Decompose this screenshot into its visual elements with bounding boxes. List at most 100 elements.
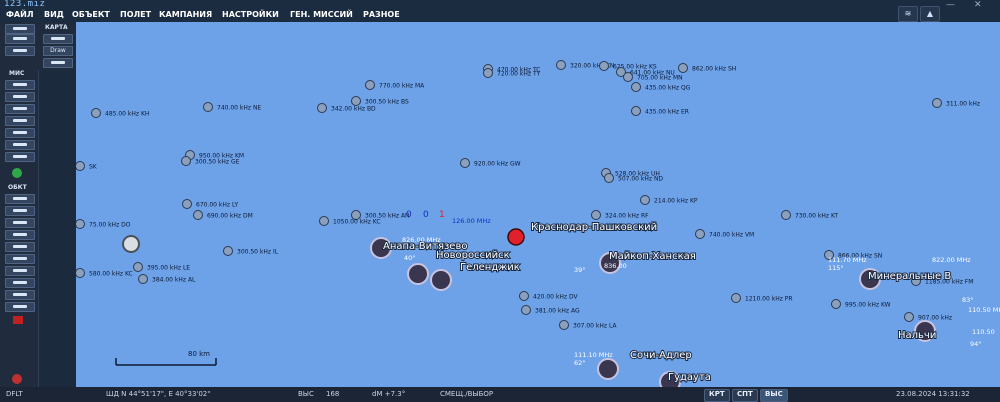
ndb-beacon-icon[interactable] [76, 219, 85, 229]
mission-tool-1[interactable] [5, 80, 35, 90]
ndb-beacon-icon[interactable] [76, 268, 85, 278]
ndb-beacon-icon[interactable] [203, 102, 213, 112]
radio-frequency-label: 126.00 MHz [452, 217, 491, 225]
radio-frequency-label: 40° [404, 254, 416, 262]
airfield-name: Минеральные В [868, 271, 951, 282]
helicopter-group-button[interactable] [5, 206, 35, 216]
unit-list-button[interactable] [5, 290, 35, 300]
coalition-count-blue: 0 [406, 210, 412, 220]
ndb-beacon-icon[interactable] [193, 210, 203, 220]
ndb-beacon-icon[interactable] [631, 82, 641, 92]
exit-icon[interactable] [12, 374, 22, 384]
menu-campaign[interactable]: КАМПАНИЯ [159, 10, 212, 22]
cursor-coords: ШД N 44°51'17", E 40°33'02" [106, 390, 211, 398]
ndb-beacon-icon[interactable] [904, 312, 914, 322]
selected-unit-marker[interactable] [507, 228, 525, 246]
satellite-mode-button[interactable]: СПТ [732, 389, 758, 402]
window-title: 123.miz [4, 0, 46, 9]
map-canvas[interactable]: 740.00 kHz NE485.00 kHz KH342.00 kHz BD3… [76, 22, 1000, 387]
beacon-label: 705.00 kHz MN [637, 75, 683, 82]
ndb-beacon-icon[interactable] [138, 274, 148, 284]
ndb-beacon-icon[interactable] [623, 72, 633, 82]
airbase-icon[interactable] [597, 358, 619, 380]
menu-file[interactable]: ФАЙЛ [6, 10, 33, 22]
map-view[interactable]: 740.00 kHz NE 485.00 kHz KH 342.00 kHz BD 3… [76, 22, 1000, 387]
measure-button[interactable] [43, 58, 73, 68]
ndb-beacon-icon[interactable] [640, 195, 650, 205]
mission-tool-7[interactable] [5, 152, 35, 162]
static-object-button[interactable] [5, 242, 35, 252]
up-arrow-icon[interactable] [12, 168, 22, 178]
mission-tool-6[interactable] [5, 140, 35, 150]
mission-tool-4[interactable] [5, 116, 35, 126]
map-section-label: КАРТА [45, 24, 68, 31]
menu-view[interactable]: ВИД [44, 10, 64, 22]
load-button[interactable] [5, 46, 35, 56]
ndb-beacon-icon[interactable] [556, 60, 566, 70]
ndb-beacon-icon[interactable] [521, 305, 531, 315]
ruler-button[interactable] [43, 34, 73, 44]
mission-tool-3[interactable] [5, 104, 35, 114]
trigger-zone-button[interactable] [5, 254, 35, 264]
ndb-beacon-icon[interactable] [591, 210, 601, 220]
menu-misc[interactable]: РАЗНОЕ [363, 10, 400, 22]
ndb-beacon-icon[interactable] [351, 96, 361, 106]
close-button[interactable]: ✕ [974, 0, 982, 10]
beacon-label: 920.00 kHz GW [474, 161, 521, 168]
ndb-beacon-icon[interactable] [731, 293, 741, 303]
ndb-beacon-icon[interactable] [182, 199, 192, 209]
layer-selector[interactable]: DFLT [6, 390, 23, 398]
menu-flight[interactable]: ПОЛЕТ [120, 10, 151, 22]
vehicle-group-button[interactable] [5, 230, 35, 240]
bullseye-icon[interactable] [122, 235, 140, 253]
ndb-beacon-icon[interactable] [678, 63, 688, 73]
ndb-beacon-icon[interactable] [319, 216, 329, 226]
ndb-beacon-icon[interactable] [631, 106, 641, 116]
beacon-label: 381.00 kHz AG [535, 308, 580, 315]
ndb-beacon-icon[interactable] [365, 80, 375, 90]
shapes-button[interactable] [5, 302, 35, 312]
template-button[interactable] [5, 266, 35, 276]
draw-button[interactable]: Draw [43, 46, 73, 56]
ndb-beacon-icon[interactable] [604, 173, 614, 183]
open-file-button[interactable] [5, 24, 35, 34]
ndb-beacon-icon[interactable] [133, 262, 143, 272]
beacon-label: 307.00 kHz LA [573, 323, 617, 330]
altitude-value: 168 [326, 390, 340, 398]
ndb-beacon-icon[interactable] [519, 291, 529, 301]
ndb-beacon-icon[interactable] [460, 158, 470, 168]
antenna-icon[interactable]: ▲ [920, 6, 940, 22]
ndb-beacon-icon[interactable] [781, 210, 791, 220]
ndb-beacon-icon[interactable] [483, 68, 493, 78]
mission-tool-2[interactable] [5, 92, 35, 102]
ndb-beacon-icon[interactable] [76, 161, 85, 171]
ndb-beacon-icon[interactable] [91, 108, 101, 118]
airbase-icon[interactable] [407, 263, 429, 285]
altitude-mode-button[interactable]: ВЫС [760, 389, 788, 402]
menu-mission-gen[interactable]: ГЕН. МИССИЙ [290, 10, 353, 22]
ndb-beacon-icon[interactable] [223, 246, 233, 256]
ndb-beacon-icon[interactable] [695, 229, 705, 239]
map-mode-button[interactable]: КРТ [704, 389, 730, 402]
ndb-beacon-icon[interactable] [559, 320, 569, 330]
menu-settings[interactable]: НАСТРОЙКИ [222, 10, 279, 22]
airbase-icon[interactable] [430, 269, 452, 291]
beacon-label: 300.50 kHz IL [237, 249, 279, 256]
save-file-button[interactable] [5, 34, 35, 44]
delete-icon[interactable] [13, 316, 23, 324]
wifi-icon[interactable]: ≋ [898, 6, 918, 22]
ndb-beacon-icon[interactable] [317, 103, 327, 113]
ndb-beacon-icon[interactable] [599, 61, 609, 71]
ndb-beacon-icon[interactable] [181, 156, 191, 166]
mission-tool-5[interactable] [5, 128, 35, 138]
nav-target-button[interactable] [5, 278, 35, 288]
ndb-beacon-icon[interactable] [932, 98, 942, 108]
beacon-label: 384.00 kHz AL [152, 277, 196, 284]
minimize-button[interactable]: — [946, 0, 955, 10]
ndb-beacon-icon[interactable] [831, 299, 841, 309]
beacon-label: 770.00 kHz MA [379, 83, 425, 90]
ship-group-button[interactable] [5, 218, 35, 228]
menu-object[interactable]: ОБЪЕКТ [72, 10, 110, 22]
plane-group-button[interactable] [5, 194, 35, 204]
radio-frequency-label: 110.50 MHz [968, 306, 1000, 314]
